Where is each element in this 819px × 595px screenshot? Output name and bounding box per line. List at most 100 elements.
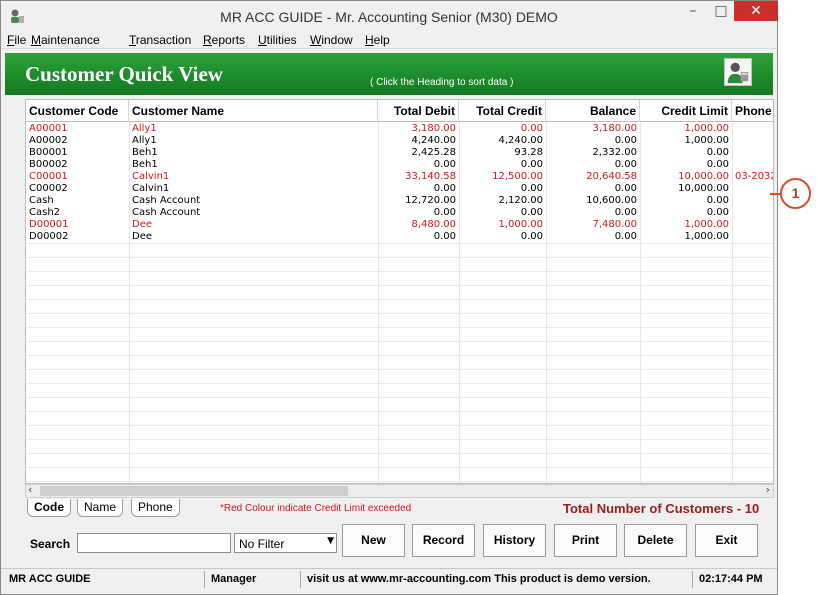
cell-credit: 0.00 <box>520 123 543 134</box>
cell-code: C00001 <box>29 171 68 182</box>
menu-utilities[interactable]: Utilities <box>258 33 297 47</box>
cell-code: D00001 <box>29 219 69 230</box>
column-header-credit-limit[interactable]: Credit Limit <box>640 100 732 122</box>
minimize-button[interactable]: – <box>679 3 707 25</box>
exit-button[interactable]: Exit <box>695 524 758 557</box>
cell-phone: 03-2032 <box>735 171 774 182</box>
cell-debit: 0.00 <box>433 207 456 218</box>
cell-code: A00002 <box>29 135 68 146</box>
column-header-customer-code[interactable]: Customer Code <box>26 100 129 122</box>
cell-balance: 20,640.58 <box>586 171 637 182</box>
status-company: MR ACC GUIDE <box>5 571 205 588</box>
cell-phone <box>732 219 773 231</box>
tab-code[interactable]: Code <box>27 499 71 517</box>
status-message: visit us at www.mr-accounting.com This p… <box>303 571 693 588</box>
cell-balance: 7,480.00 <box>592 219 637 230</box>
cell-code: B00002 <box>29 159 68 170</box>
cell-credit: 12,500.00 <box>492 171 543 182</box>
tab-phone[interactable]: Phone <box>131 499 180 517</box>
cell-code: D00002 <box>29 231 69 242</box>
row-divider <box>26 243 773 244</box>
cell-limit: 10,000.00 <box>678 183 729 194</box>
title-bar: MR ACC GUIDE - Mr. Accounting Senior (M3… <box>1 1 778 32</box>
table-row[interactable]: B00001 Beh1 2,425.28 93.28 2,332.00 0.00 <box>26 147 773 159</box>
cell-debit: 33,140.58 <box>405 171 456 182</box>
table-header: Customer Code Customer Name Total Debit … <box>26 100 773 122</box>
cell-limit: 0.00 <box>706 207 729 218</box>
cell-name: Cash Account <box>132 195 201 206</box>
column-header-phone[interactable]: Phone <box>732 100 773 122</box>
cell-phone <box>732 231 773 243</box>
cell-code: Cash2 <box>29 207 61 218</box>
cell-phone <box>732 147 773 159</box>
menu-help[interactable]: Help <box>365 33 390 47</box>
total-customers: Total Number of Customers - 10 <box>563 501 760 516</box>
table-row[interactable]: D00001 Dee 8,480.00 1,000.00 7,480.00 1,000.0… <box>26 219 773 231</box>
column-header-total-credit[interactable]: Total Credit <box>459 100 546 122</box>
menu-maintenance[interactable]: Maintenance <box>31 33 100 47</box>
maximize-button[interactable]: □ <box>707 3 735 25</box>
menu-file[interactable]: File <box>7 33 26 47</box>
horizontal-scrollbar[interactable]: ‹ › <box>25 483 774 498</box>
cell-limit: 0.00 <box>706 159 729 170</box>
cell-debit: 4,240.00 <box>411 135 456 146</box>
table-row[interactable]: Cash2 Cash Account 0.00 0.00 0.00 0.00 <box>26 207 773 219</box>
row-divider <box>26 341 773 342</box>
table-row[interactable]: B00002 Beh1 0.00 0.00 0.00 0.00 <box>26 159 773 171</box>
record-button[interactable]: Record <box>412 524 475 557</box>
cell-credit: 0.00 <box>520 183 543 194</box>
menu-reports[interactable]: Reports <box>203 33 245 47</box>
cell-name: Ally1 <box>132 123 157 134</box>
cell-phone <box>732 207 773 219</box>
scrollbar-thumb[interactable] <box>40 486 348 496</box>
table-row[interactable]: A00002 Ally1 4,240.00 4,240.00 0.00 1,000.00 <box>26 135 773 147</box>
cell-phone <box>732 183 773 195</box>
table-row[interactable]: Cash Cash Account 12,720.00 2,120.00 10,600.… <box>26 195 773 207</box>
history-button[interactable]: History <box>483 524 546 557</box>
row-divider <box>26 355 773 356</box>
cell-debit: 0.00 <box>433 183 456 194</box>
column-header-balance[interactable]: Balance <box>546 100 640 122</box>
cell-credit: 93.28 <box>514 147 543 158</box>
cell-debit: 3,180.00 <box>411 123 456 134</box>
cell-balance: 3,180.00 <box>592 123 637 134</box>
cell-balance: 0.00 <box>614 159 637 170</box>
print-button[interactable]: Print <box>554 524 617 557</box>
close-button[interactable]: ✕ <box>734 1 778 21</box>
table-row[interactable]: C00001 Calvin1 33,140.58 12,500.00 20,640.58… <box>26 171 774 183</box>
menu-window[interactable]: Window <box>310 33 353 47</box>
cell-credit: 0.00 <box>520 159 543 170</box>
cell-limit: 1,000.00 <box>684 135 729 146</box>
cell-balance: 0.00 <box>614 207 637 218</box>
new-button[interactable]: New <box>342 524 405 557</box>
menu-transaction[interactable]: Transaction <box>129 33 191 47</box>
cell-debit: 8,480.00 <box>411 219 456 230</box>
tab-name[interactable]: Name <box>77 499 124 517</box>
cell-credit: 0.00 <box>520 231 543 242</box>
table-row[interactable]: A00001 Ally1 3,180.00 0.00 3,180.00 1,000.00 <box>26 123 773 135</box>
delete-button[interactable]: Delete <box>624 524 687 557</box>
cell-name: Beh1 <box>132 147 158 158</box>
cell-limit: 1,000.00 <box>684 219 729 230</box>
window-title: MR ACC GUIDE - Mr. Accounting Senior (M3… <box>220 9 558 25</box>
row-divider <box>26 481 773 482</box>
search-input[interactable] <box>77 533 231 553</box>
cell-phone <box>732 195 773 207</box>
table-row[interactable]: C00002 Calvin1 0.00 0.00 0.00 10,000.00 <box>26 183 773 195</box>
cell-phone <box>732 159 773 171</box>
table-row[interactable]: D00002 Dee 0.00 0.00 0.00 1,000.00 <box>26 231 773 243</box>
scroll-left-icon[interactable]: ‹ <box>28 483 32 496</box>
app-window: MR ACC GUIDE - Mr. Accounting Senior (M3… <box>0 0 778 595</box>
cell-code: A00001 <box>29 123 68 134</box>
filter-dropdown[interactable]: No Filter ▼ <box>234 533 337 553</box>
row-divider <box>26 271 773 272</box>
cell-name: Dee <box>132 219 153 230</box>
cell-credit: 0.00 <box>520 207 543 218</box>
scroll-right-icon[interactable]: › <box>766 483 770 496</box>
column-header-total-debit[interactable]: Total Debit <box>378 100 459 122</box>
chevron-down-icon[interactable]: ▼ <box>327 536 334 546</box>
search-label: Search <box>30 537 71 551</box>
cell-debit: 2,425.28 <box>411 147 456 158</box>
column-header-customer-name[interactable]: Customer Name <box>129 100 378 122</box>
callout-marker: 1 <box>780 178 811 209</box>
